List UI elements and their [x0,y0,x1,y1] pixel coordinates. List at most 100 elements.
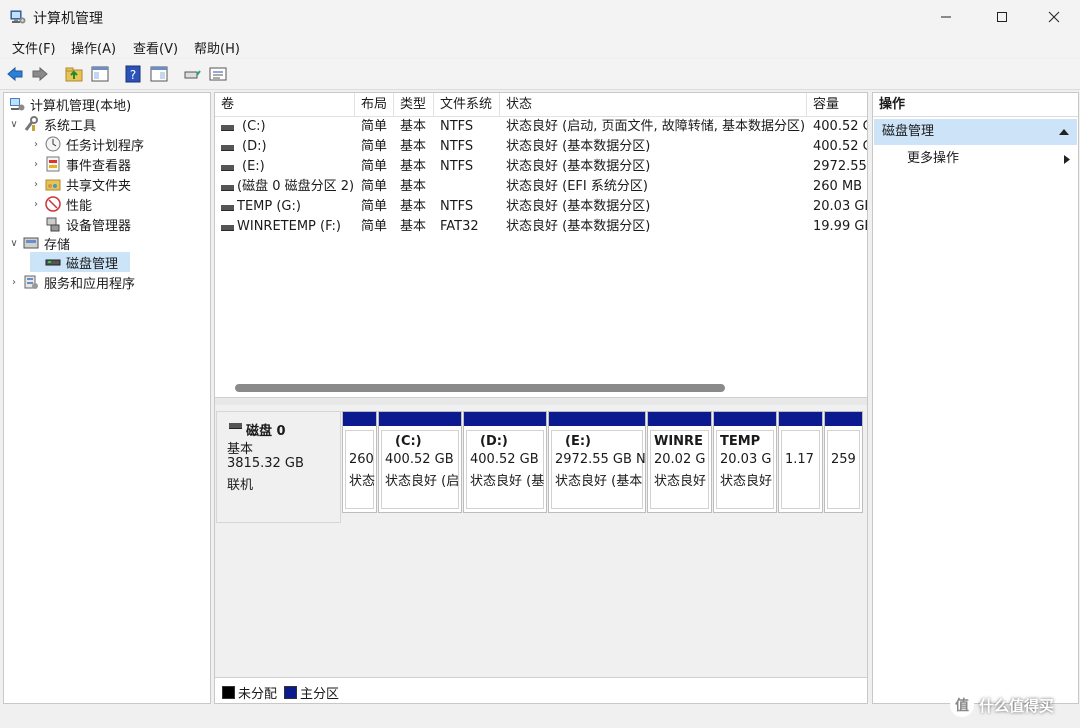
column-filesystem[interactable]: 文件系统 [434,93,500,116]
help-button[interactable]: ? [122,63,144,85]
volume-type: 基本 [400,219,427,234]
menu-action[interactable]: 操作(A) [71,38,116,57]
connect-button[interactable] [181,63,203,85]
disk-map: 磁盘 0 基本 3815.32 GB 联机 260 状态 (C:) 400.52… [215,405,867,677]
chevron-right-icon[interactable]: › [30,159,42,170]
help-icon: ? [125,65,141,83]
chevron-right-icon[interactable]: › [8,277,20,288]
maximize-button[interactable] [976,0,1028,34]
partition-status: 状态良好 (启 [385,474,460,489]
menu-file[interactable]: 文件(F) [12,38,56,57]
tree-item-label: 服务和应用程序 [44,276,136,292]
back-button[interactable] [4,63,26,85]
up-folder-button[interactable] [63,63,85,85]
volume-row[interactable]: (D:) 简单 基本 NTFS 状态良好 (基本数据分区) 400.52 G [215,137,867,157]
disk-icon [229,423,242,429]
primary-partition-bar [549,412,645,426]
column-type[interactable]: 类型 [394,93,434,116]
volume-status: 状态良好 (EFI 系统分区) [506,179,648,194]
tree-item-shared-folders[interactable]: › 共享文件夹 [30,174,131,194]
volume-layout: 简单 [361,119,388,134]
menu-help[interactable]: 帮助(H) [194,38,240,57]
column-capacity[interactable]: 容量 [807,93,867,116]
volume-status: 状态良好 (基本数据分区) [506,199,651,214]
partition-block[interactable]: (E:) 2972.55 GB N 状态良好 (基本 [548,411,646,513]
window-title: 计算机管理 [33,11,103,27]
chevron-down-icon[interactable]: ∨ [8,119,20,130]
tree-item-disk-management[interactable]: 磁盘管理 [30,252,130,272]
partition-size: 20.02 G [654,452,706,467]
menu-view[interactable]: 查看(V) [133,38,178,57]
volume-type: 基本 [400,139,427,154]
horizontal-scrollbar[interactable] [215,379,867,397]
partition-block[interactable]: (C:) 400.52 GB 状态良好 (启 [378,411,462,513]
forward-button[interactable] [29,63,51,85]
computer-management-app-icon [10,10,26,24]
partition-status: 状态良好 [654,474,707,489]
volume-icon [221,165,234,171]
primary-partition-bar [714,412,776,426]
tree-item-performance[interactable]: › 性能 [30,194,92,214]
partition-block[interactable]: 259 [824,411,863,513]
partition-size: 260 [349,452,374,467]
volume-status: 状态良好 (基本数据分区) [506,139,651,154]
arrow-left-icon [7,66,23,82]
volume-row[interactable]: (E:) 简单 基本 NTFS 状态良好 (基本数据分区) 2972.55 [215,157,867,177]
scrollbar-thumb[interactable] [235,384,725,392]
tree-item-device-manager[interactable]: 设备管理器 [30,214,131,234]
watermark-logo-icon: 值 [950,693,974,717]
partition-block[interactable]: 260 状态 [342,411,377,513]
chevron-right-icon[interactable]: › [30,139,42,150]
volume-row[interactable]: (C:) 简单 基本 NTFS 状态良好 (启动, 页面文件, 故障转储, 基本… [215,117,867,137]
close-button[interactable] [1028,0,1080,34]
volume-layout: 简单 [361,199,388,214]
action-section-label: 磁盘管理 [882,124,935,139]
performance-icon [45,196,61,212]
watermark: 值 什么值得买 [950,693,1054,717]
volume-capacity: 2972.55 [813,159,867,174]
tree-item-storage[interactable]: ∨ 存储 [8,233,70,253]
maximize-icon [997,12,1007,22]
chevron-right-icon[interactable]: › [30,179,42,190]
disk-size: 3815.32 GB [227,456,304,471]
partition-block[interactable]: WINRE 20.02 G 状态良好 [647,411,712,513]
volume-row[interactable]: WINRETEMP (F:) 简单 基本 FAT32 状态良好 (基本数据分区)… [215,217,867,237]
volume-row[interactable]: (磁盘 0 磁盘分区 2) 简单 基本 状态良好 (EFI 系统分区) 260 … [215,177,867,197]
tree-item-event-viewer[interactable]: › 事件查看器 [30,154,131,174]
tree-item-task-scheduler[interactable]: › 任务计划程序 [30,134,144,154]
volume-row[interactable]: TEMP (G:) 简单 基本 NTFS 状态良好 (基本数据分区) 20.03… [215,197,867,217]
chevron-down-icon[interactable]: ∨ [8,238,20,249]
more-actions-item[interactable]: 更多操作 [873,147,1078,171]
tree-item-services-apps[interactable]: › 服务和应用程序 [8,272,135,292]
show-hide-tree-button[interactable] [89,63,111,85]
minimize-button[interactable] [920,0,972,34]
column-volume[interactable]: 卷 [215,93,355,116]
partition-block[interactable]: (D:) 400.52 GB 状态良好 (基 [463,411,547,513]
tree-item-label: 系统工具 [44,118,97,134]
volume-capacity: 20.03 GE [813,199,867,214]
partition-status: 状态良好 (基本 [555,474,643,489]
legend-unallocated-label: 未分配 [238,687,278,702]
status-bar [0,704,1080,728]
legend: 未分配 主分区 [215,677,867,703]
partition-block[interactable]: 1.17 [778,411,823,513]
partition-block[interactable]: TEMP 20.03 G 状态良好 [713,411,777,513]
action-section-disk-management[interactable]: 磁盘管理 [874,119,1077,145]
properties-button[interactable] [207,63,229,85]
chevron-right-icon[interactable]: › [30,199,42,210]
volume-status: 状态良好 (启动, 页面文件, 故障转储, 基本数据分区) [506,119,806,134]
collapse-up-icon[interactable] [1059,128,1069,136]
partition-size: 1.17 [785,452,814,467]
tree-item-system-tools[interactable]: ∨ 系统工具 [8,114,96,134]
volume-icon [221,185,234,191]
svg-text:?: ? [130,68,136,82]
column-layout[interactable]: 布局 [355,93,394,116]
tree-item-label: 设备管理器 [66,218,132,234]
tree-item-computer-management[interactable]: 计算机管理(本地) [6,94,131,114]
column-status[interactable]: 状态 [500,93,807,116]
disk-0-label[interactable]: 磁盘 0 基本 3815.32 GB 联机 [216,411,341,523]
volume-name: TEMP (G:) [237,199,301,214]
volume-capacity: 400.52 G [813,139,867,154]
action-pane-toggle-button[interactable] [148,63,170,85]
arrow-right-icon [32,66,48,82]
